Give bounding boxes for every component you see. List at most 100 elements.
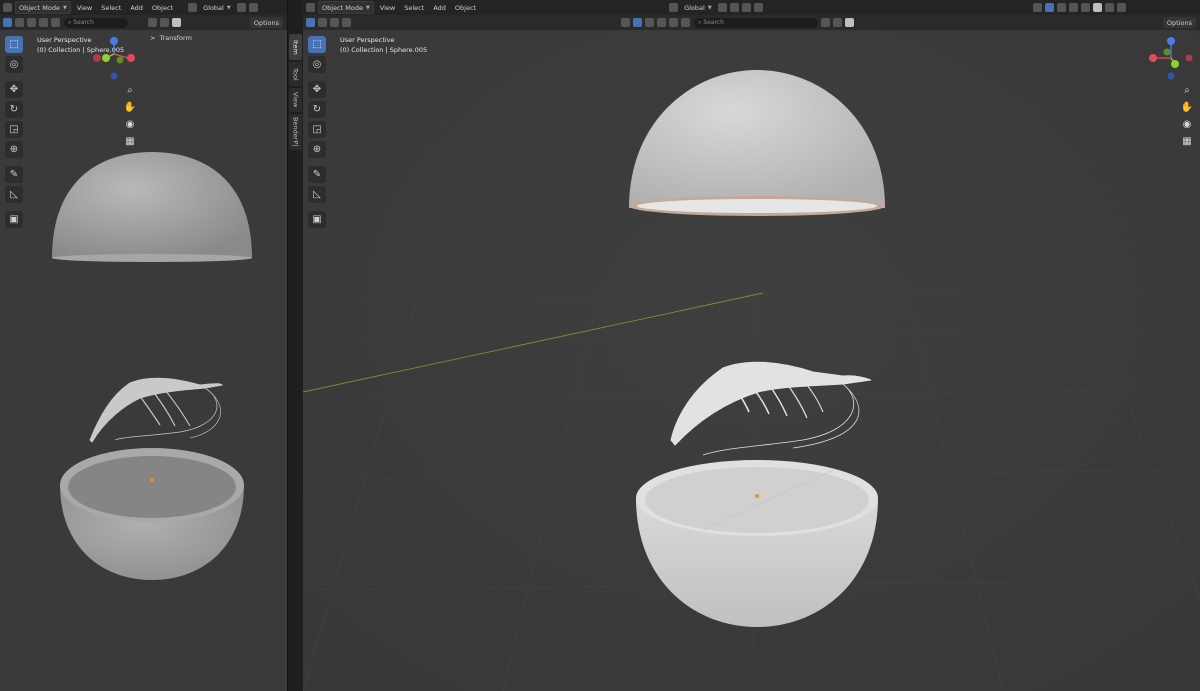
tool-add-cube[interactable]: ▣	[5, 211, 23, 228]
tab-item[interactable]: Item	[289, 34, 302, 60]
menu-object[interactable]: Object	[452, 2, 479, 13]
tool-annotate[interactable]: ✎	[5, 166, 23, 183]
navigation-gizmo[interactable]	[1145, 36, 1197, 82]
xray-icon[interactable]	[1068, 3, 1078, 12]
select-subtract-icon[interactable]	[27, 18, 36, 27]
outliner-search-input[interactable]: ⌕ Search	[64, 17, 128, 28]
tab-view-label: View	[291, 92, 300, 108]
menu-object[interactable]: Object	[149, 2, 176, 13]
select-extend-icon-2[interactable]	[645, 18, 654, 27]
select-mode-icon[interactable]	[306, 18, 315, 27]
select-invert-icon-2[interactable]	[669, 18, 678, 27]
bookmark-icon[interactable]	[148, 18, 157, 27]
color-picker-icon[interactable]	[621, 18, 630, 27]
gizmo-z	[110, 37, 118, 45]
hand-pan-icon[interactable]: ✋	[1180, 100, 1194, 114]
grid-icon[interactable]: ▦	[123, 134, 137, 148]
select-intersect-icon-2[interactable]	[681, 18, 690, 27]
pivot-icon[interactable]	[717, 3, 727, 12]
tool-scale[interactable]: ◲	[5, 121, 23, 138]
tab-item-label: Item	[291, 39, 300, 55]
select-subtract-icon-2[interactable]	[657, 18, 666, 27]
visibility-icon[interactable]	[1032, 3, 1042, 12]
tab-tool[interactable]: Tool	[289, 62, 302, 86]
hand-pan-icon[interactable]: ✋	[123, 100, 137, 114]
overlay-icon[interactable]	[1056, 3, 1066, 12]
select-extend-icon[interactable]	[318, 18, 327, 27]
tab-view[interactable]: View	[289, 88, 302, 112]
pivot-icon[interactable]	[236, 3, 246, 12]
tool-annotate[interactable]: ✎	[308, 166, 326, 183]
snap-icon[interactable]	[729, 3, 739, 12]
orientation-label: Global	[203, 3, 224, 12]
editor-type-icon[interactable]	[306, 3, 315, 12]
filter-icon[interactable]	[160, 18, 169, 27]
tool-move[interactable]: ✥	[5, 81, 23, 98]
tool-transform[interactable]: ⊕	[5, 141, 23, 158]
tool-cursor[interactable]: ◎	[5, 56, 23, 73]
options-label: Options	[253, 18, 279, 27]
zoom-icon[interactable]: ⌕	[123, 83, 137, 97]
menu-select[interactable]: Select	[98, 2, 124, 13]
select-subtract-icon[interactable]	[330, 18, 339, 27]
viewport-info: User Perspective (0) Collection | Sphere…	[340, 35, 427, 55]
mode-dropdown[interactable]: Object Mode ▼	[15, 1, 71, 14]
right-viewport[interactable]: Object Mode ▼ View Select Add Object Glob…	[303, 0, 1200, 691]
navigation-gizmo[interactable]	[88, 36, 140, 82]
editor-type-icon[interactable]	[3, 3, 12, 12]
falloff-icon[interactable]	[753, 3, 763, 12]
transform-panel-header[interactable]: > Transform	[150, 34, 192, 42]
shading-material-icon[interactable]	[1104, 3, 1114, 12]
menu-view[interactable]: View	[74, 2, 95, 13]
tab-benderp[interactable]: BenderP|	[289, 114, 302, 150]
tool-measure[interactable]: ◺	[308, 186, 326, 203]
select-mode-icon[interactable]	[3, 18, 12, 27]
gizmo-y	[102, 54, 110, 62]
outliner-search-input[interactable]: ⌕ Search	[694, 17, 818, 28]
proportional-edit-icon[interactable]	[741, 3, 751, 12]
tool-rotate[interactable]: ↻	[308, 101, 326, 118]
camera-icon[interactable]: ◉	[1180, 117, 1194, 131]
options-button[interactable]: Options	[249, 17, 283, 28]
camera-icon[interactable]: ◉	[123, 117, 137, 131]
filter-icon[interactable]	[833, 18, 842, 27]
menu-select[interactable]: Select	[401, 2, 427, 13]
gizmo-toggle-icon[interactable]	[1044, 3, 1054, 12]
check-icon[interactable]	[172, 18, 181, 27]
left-header-tools: ⌕ Search Options	[0, 15, 287, 30]
shading-solid-icon[interactable]	[1092, 3, 1102, 12]
left-viewport[interactable]: Object Mode ▼ View Select Add Object Glob…	[0, 0, 287, 691]
menu-view[interactable]: View	[377, 2, 398, 13]
check-icon[interactable]	[845, 18, 854, 27]
orientation-dropdown[interactable]: Global ▼	[200, 2, 234, 13]
left-toolbar: ⬚ ◎ ✥ ↻ ◲ ⊕ ✎ ◺ ▣	[5, 36, 25, 231]
select-extend-icon[interactable]	[15, 18, 24, 27]
tool-add-cube[interactable]: ▣	[308, 211, 326, 228]
cursor-icon: ◎	[9, 59, 19, 70]
select-intersect-icon[interactable]	[51, 18, 60, 27]
select-invert-icon[interactable]	[39, 18, 48, 27]
tool-move[interactable]: ✥	[308, 81, 326, 98]
orientation-dropdown[interactable]: Global ▼	[681, 2, 715, 13]
bookmark-icon[interactable]	[821, 18, 830, 27]
tool-scale[interactable]: ◲	[308, 121, 326, 138]
tool-measure[interactable]: ◺	[5, 186, 23, 203]
tool-select-box[interactable]: ⬚	[5, 36, 23, 53]
options-button[interactable]: Options	[1162, 17, 1196, 28]
zoom-icon[interactable]: ⌕	[1180, 83, 1194, 97]
tool-cursor[interactable]: ◎	[308, 56, 326, 73]
menu-add[interactable]: Add	[127, 2, 146, 13]
tool-transform[interactable]: ⊕	[308, 141, 326, 158]
shading-wire-icon[interactable]	[1080, 3, 1090, 12]
shading-render-icon[interactable]	[1116, 3, 1126, 12]
tool-rotate[interactable]: ↻	[5, 101, 23, 118]
mode-dropdown[interactable]: Object Mode ▼	[318, 1, 374, 14]
snap-icon[interactable]	[248, 3, 258, 12]
select-box-icon[interactable]	[633, 18, 642, 27]
select-invert-icon[interactable]	[342, 18, 351, 27]
grid-icon[interactable]: ▦	[1180, 134, 1194, 148]
tool-select-box[interactable]: ⬚	[308, 36, 326, 53]
tab-tool-label: Tool	[291, 67, 300, 81]
orientation-icon	[669, 3, 679, 12]
menu-add[interactable]: Add	[430, 2, 449, 13]
